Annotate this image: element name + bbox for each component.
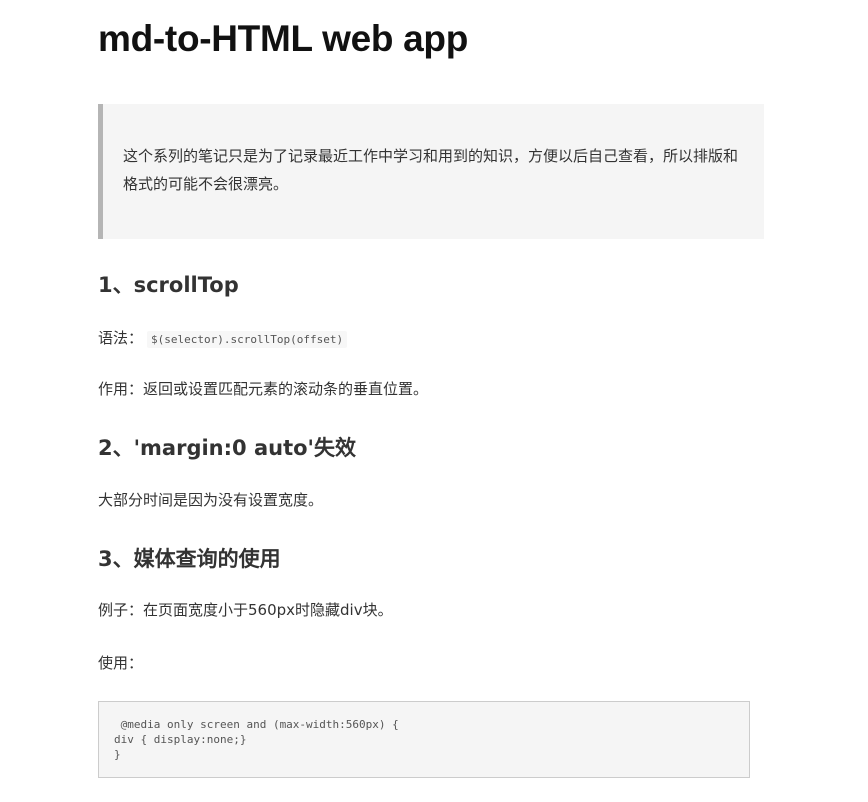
section-heading-media-query: 3、媒体查询的使用 (98, 547, 281, 571)
intro-text: 这个系列的笔记只是为了记录最近工作中学习和用到的知识，方便以后自己查看，所以排版… (123, 147, 739, 193)
section-heading-margin-auto: 2、'margin:0 auto'失效 (98, 436, 356, 460)
page-title: md-to-HTML web app (98, 18, 469, 59)
margin-auto-text: 大部分时间是因为没有设置宽度。 (98, 491, 324, 509)
media-query-example-text: 例子：在页面宽度小于560px时隐藏div块。 (98, 601, 393, 619)
media-query-usage-label: 使用： (98, 654, 144, 672)
scrolltop-usage-text: 作用：返回或设置匹配元素的滚动条的垂直位置。 (98, 380, 429, 398)
syntax-line: 语法： $(selector).scrollTop(offset) (98, 327, 348, 351)
syntax-label: 语法： (98, 329, 144, 347)
syntax-code: $(selector).scrollTop(offset) (147, 331, 348, 348)
section-heading-scrolltop: 1、scrollTop (98, 273, 239, 297)
media-query-code-block: @media only screen and (max-width:560px)… (98, 701, 750, 778)
intro-blockquote: 这个系列的笔记只是为了记录最近工作中学习和用到的知识，方便以后自己查看，所以排版… (98, 104, 764, 239)
